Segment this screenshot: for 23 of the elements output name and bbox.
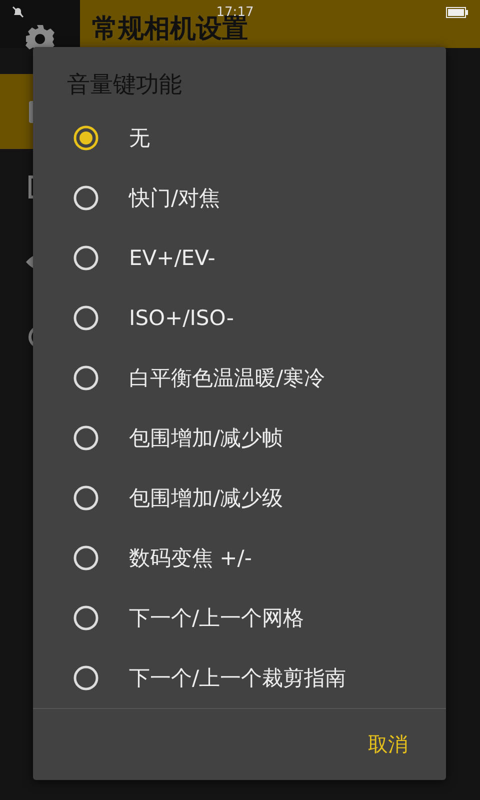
radio-button[interactable] (73, 185, 99, 212)
option-label[interactable]: 数码变焦 +/- (129, 544, 252, 572)
radio-button[interactable] (73, 125, 99, 152)
option-label[interactable]: 无 (129, 124, 150, 152)
radio-button[interactable] (73, 665, 99, 692)
radio-button[interactable] (73, 485, 99, 512)
radio-button[interactable] (73, 245, 99, 272)
option-label[interactable]: 下一个/上一个网格 (129, 604, 304, 632)
battery-icon (446, 6, 468, 18)
option-label[interactable]: 白平衡色温温暖/寒冷 (129, 364, 326, 392)
radio-button[interactable] (73, 305, 99, 332)
radio-button[interactable] (73, 425, 99, 452)
option-label[interactable]: 包围增加/减少帧 (129, 424, 284, 452)
notification-off-icon (12, 6, 24, 18)
radio-button[interactable] (73, 605, 99, 632)
option-label[interactable]: ISO+/ISO- (129, 306, 234, 330)
option-label[interactable]: EV+/EV- (129, 246, 216, 270)
option-label[interactable]: 下一个/上一个裁剪指南 (129, 664, 346, 692)
option-label[interactable]: 包围增加/减少级 (129, 484, 284, 512)
radio-button[interactable] (73, 545, 99, 572)
cancel-button[interactable]: 取消 (364, 725, 412, 764)
radio-button[interactable] (73, 365, 99, 392)
option-label[interactable]: 快门/对焦 (129, 184, 220, 212)
